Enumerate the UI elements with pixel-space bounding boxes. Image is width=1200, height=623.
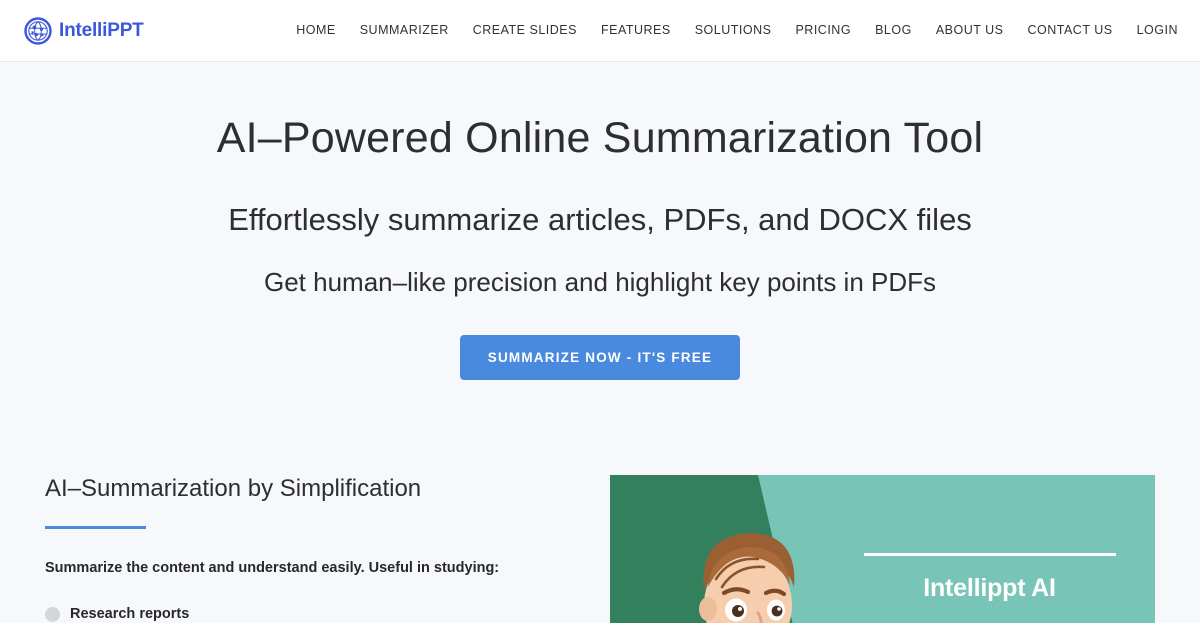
nav-item-login[interactable]: LOGIN xyxy=(1125,24,1178,37)
heading-underline-rule xyxy=(45,526,146,530)
promo-title: Intellippt AI xyxy=(923,574,1056,603)
nav-item-pricing[interactable]: PRICING xyxy=(783,24,863,37)
feature-text-column: AI–Summarization by Simplification Summa… xyxy=(45,475,585,623)
brand-name: IntelliPPT xyxy=(59,19,144,41)
nav-item-blog[interactable]: BLOG xyxy=(863,24,924,37)
nav-item-about-us[interactable]: ABOUT US xyxy=(924,24,1016,37)
nav-item-summarizer[interactable]: SUMMARIZER xyxy=(348,24,461,37)
hero-subtitle-secondary: Get human–like precision and highlight k… xyxy=(263,266,937,297)
summarize-now-button[interactable]: SUMMARIZE NOW - IT'S FREE xyxy=(459,334,741,381)
section-lead-text: Summarize the content and understand eas… xyxy=(45,560,500,577)
brand-logo-link[interactable]: IntelliPPT xyxy=(24,16,144,45)
nav-item-home[interactable]: HOME xyxy=(284,24,348,37)
ai-summarization-section: AI–Summarization by Simplification Summa… xyxy=(0,475,1200,623)
hero-section: AI–Powered Online Summarization Tool Eff… xyxy=(0,62,1200,381)
cartoon-businessman-illustration xyxy=(699,533,795,623)
promo-text-block: Intellippt AI xyxy=(857,553,1122,603)
promo-illustration: Intellippt AI xyxy=(610,475,1155,623)
nav-item-solutions[interactable]: SOLUTIONS xyxy=(683,24,784,37)
use-case-list: Research reports xyxy=(45,604,565,623)
promo-divider-rule xyxy=(863,553,1116,557)
bullet-circle-icon xyxy=(45,607,60,623)
feature-media-column: Intellippt AI xyxy=(610,475,1155,623)
hero-subtitle-primary: Effortlessly summarize articles, PDFs, a… xyxy=(228,202,972,238)
list-item-label: Research reports xyxy=(70,606,190,623)
section-heading: AI–Summarization by Simplification xyxy=(45,475,422,503)
nav-item-contact-us[interactable]: CONTACT US xyxy=(1015,24,1124,37)
nav-item-features[interactable]: FEATURES xyxy=(589,24,683,37)
nav-item-create-slides[interactable]: CREATE SLIDES xyxy=(461,24,589,37)
cta-container: SUMMARIZE NOW - IT'S FREE xyxy=(0,334,1200,381)
list-item: Research reports xyxy=(45,604,565,623)
network-globe-icon xyxy=(24,16,52,45)
primary-navigation: HOME SUMMARIZER CREATE SLIDES FEATURES S… xyxy=(284,24,1178,37)
site-header: IntelliPPT HOME SUMMARIZER CREATE SLIDES… xyxy=(0,0,1200,62)
page-title: AI–Powered Online Summarization Tool xyxy=(216,114,984,162)
